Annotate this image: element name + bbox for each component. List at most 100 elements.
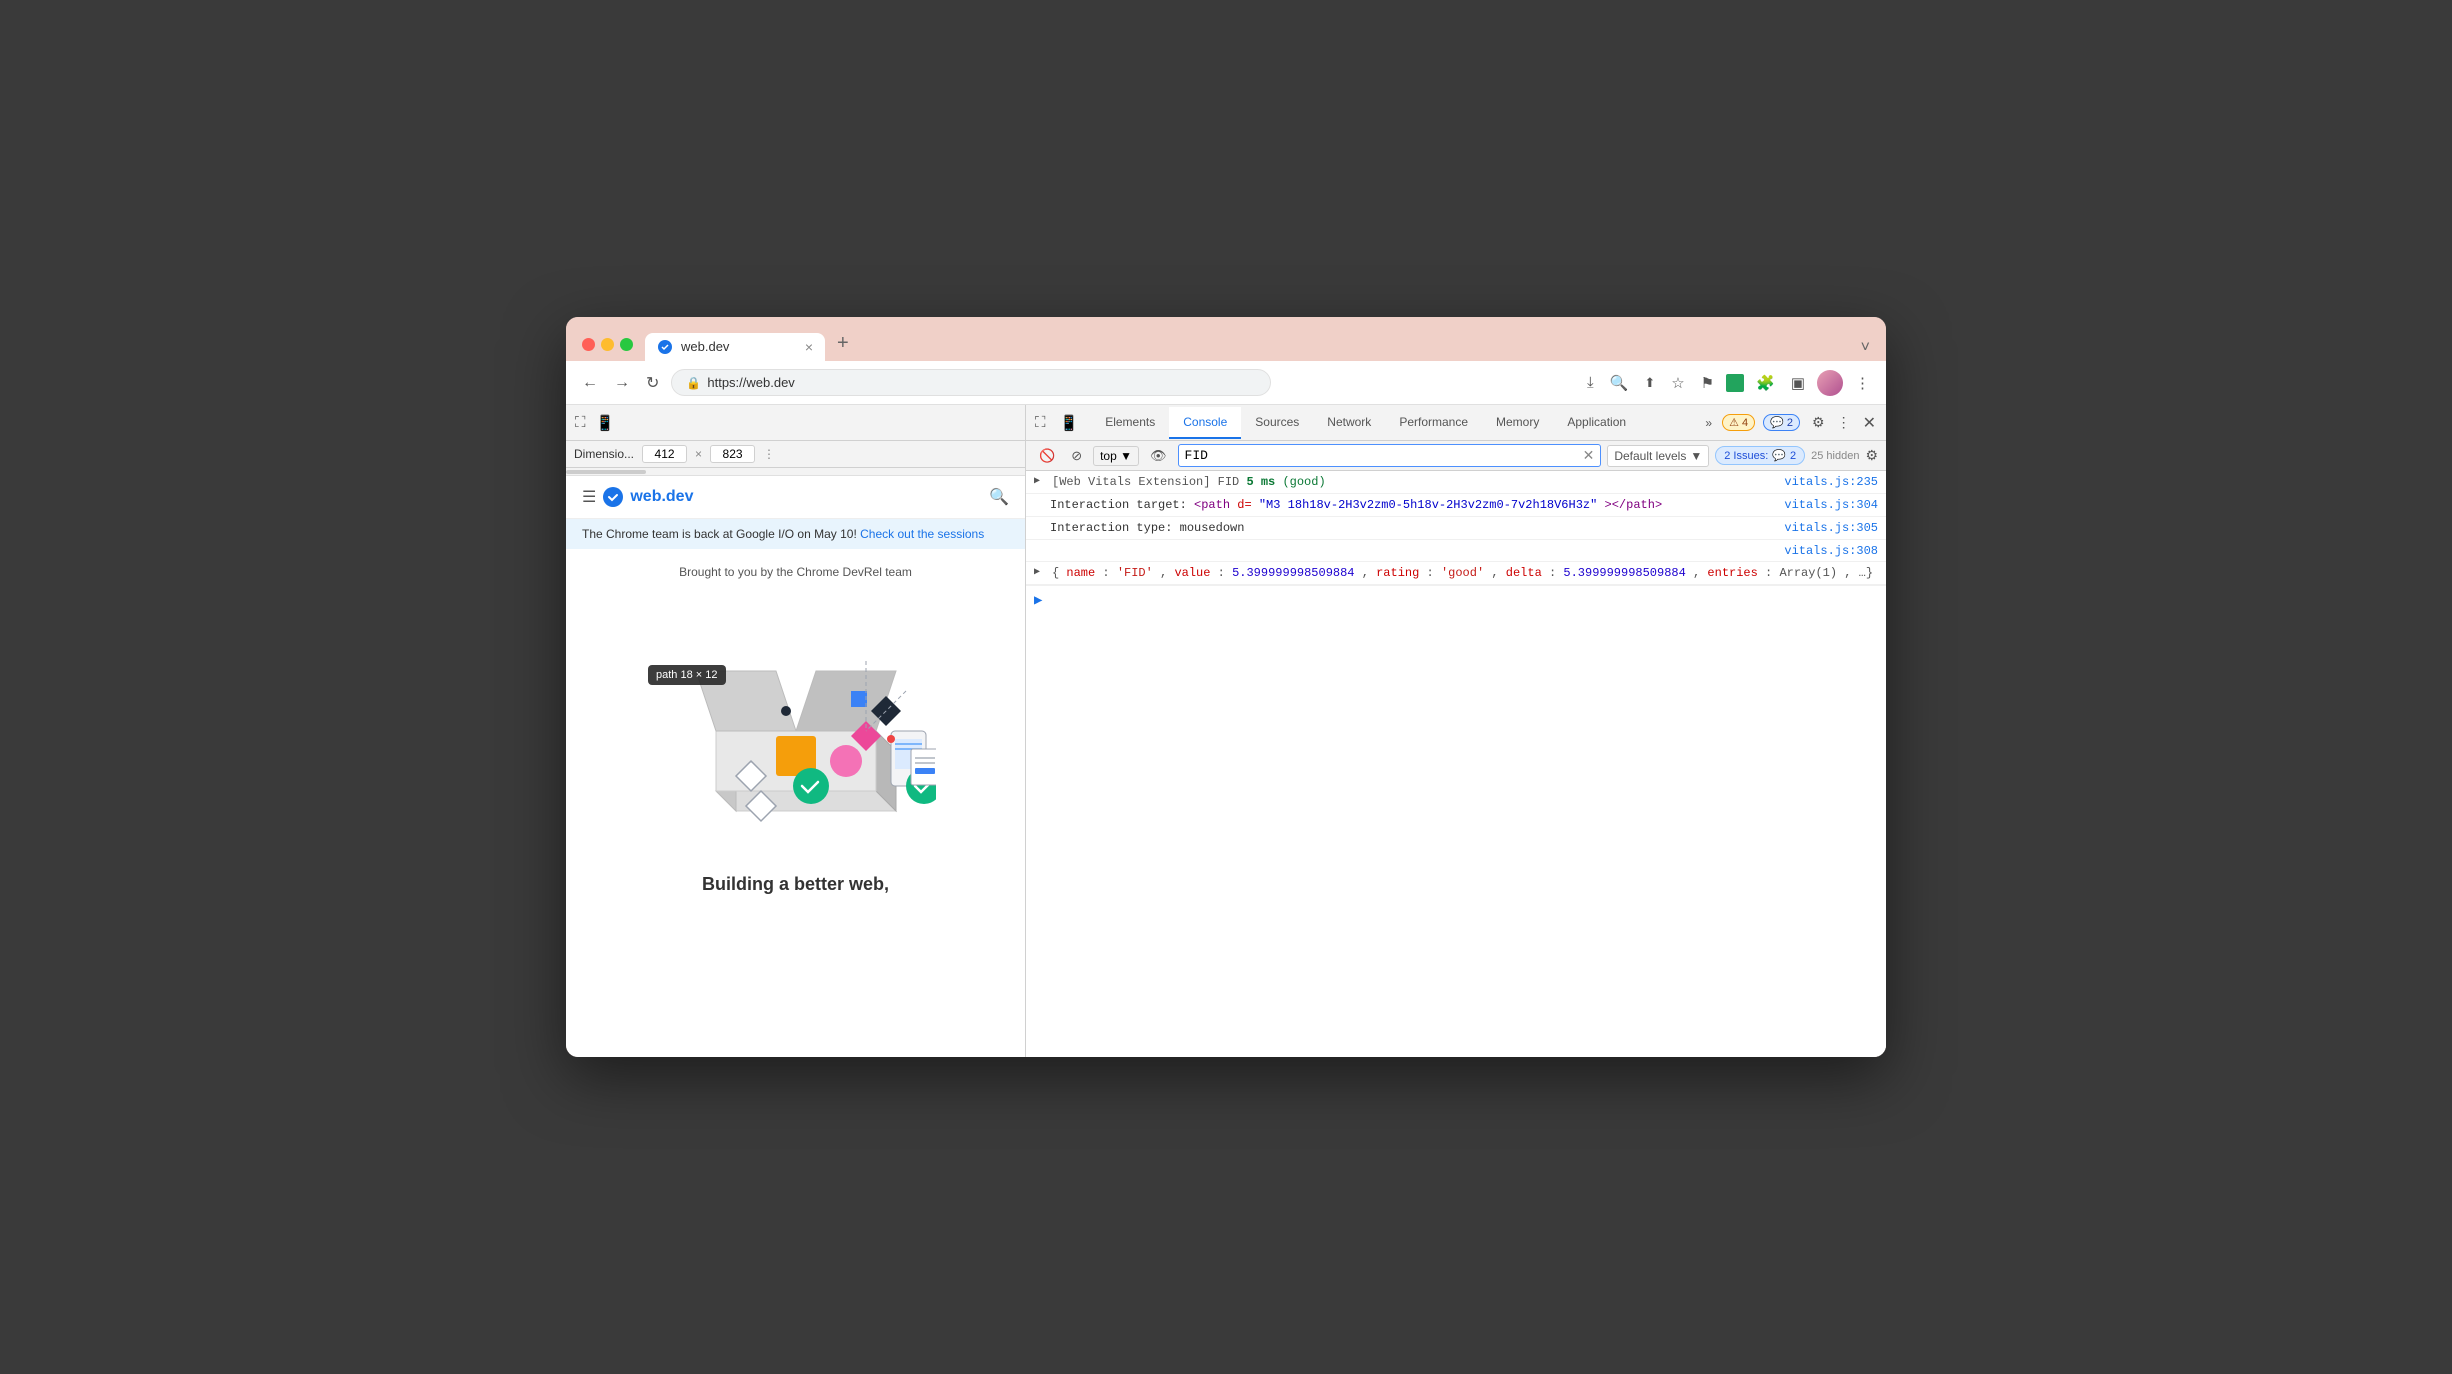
console-filter-input[interactable] [1185, 448, 1583, 463]
metric-value: 5 ms [1246, 475, 1275, 489]
console-entry: Interaction target: <path d= "M3 18h18v-… [1026, 494, 1886, 517]
clear-filter-button[interactable]: ✕ [1583, 447, 1595, 464]
height-input[interactable] [710, 445, 755, 463]
hidden-count[interactable]: 25 hidden [1811, 450, 1859, 462]
horizontal-scrollbar[interactable] [566, 468, 1025, 476]
tab-memory[interactable]: Memory [1482, 407, 1553, 439]
console-clear-button[interactable]: 🚫 [1034, 445, 1060, 467]
warning-badge[interactable]: ⚠ 4 [1722, 414, 1755, 431]
tab-close-button[interactable]: × [805, 339, 813, 355]
devtools-kebab-icon[interactable]: ⋮ [1831, 408, 1857, 437]
green-square-icon[interactable] [1726, 374, 1744, 392]
refresh-button[interactable]: ↻ [642, 369, 663, 397]
console-toolbar: 🚫 ⊘ top ▼ 👁 ✕ Default levels ▼ 2 Issues: [1026, 441, 1886, 471]
message-badge[interactable]: 💬 2 [1763, 414, 1800, 431]
forward-button[interactable]: → [610, 370, 634, 396]
expand-arrow[interactable]: ▶ [1034, 475, 1048, 487]
tab-menu-button[interactable]: ˅ [1861, 339, 1870, 357]
dimension-bar: Dimensio... × ⋮ [566, 441, 1025, 468]
metric-rating: (good) [1282, 475, 1325, 489]
context-label: top [1100, 449, 1117, 463]
eye-button[interactable]: 👁 [1145, 445, 1172, 467]
html-tag: <path [1194, 498, 1237, 512]
tab-network[interactable]: Network [1313, 407, 1385, 439]
new-tab-button[interactable]: + [829, 328, 857, 359]
file-link-1[interactable]: vitals.js:235 [1784, 475, 1878, 489]
devtools-close-button[interactable]: ✕ [1857, 407, 1882, 439]
site-logo-text: web.dev [630, 488, 693, 506]
back-button[interactable]: ← [578, 370, 602, 396]
web-header: ☰ web.dev 🔍 [566, 476, 1025, 519]
main-area: ⛶ 📱 Dimensio... × ⋮ ☰ [566, 405, 1886, 1057]
tab-elements[interactable]: Elements [1091, 407, 1169, 439]
tab-title: web.dev [681, 339, 729, 354]
flag-icon[interactable]: ⚑ [1697, 370, 1718, 396]
console-entry: ▶ [Web Vitals Extension] FID 5 ms (good)… [1026, 471, 1886, 494]
devtools-panel: ⛶ 📱 Elements Console Sources Network Per… [1026, 405, 1886, 1057]
console-prompt[interactable]: ▶ [1026, 585, 1886, 615]
file-link-4[interactable]: vitals.js:308 [1784, 544, 1878, 558]
title-bar: web.dev × + ˅ [566, 317, 1886, 361]
sidebar-icon[interactable]: ▣ [1787, 370, 1809, 396]
console-settings-icon[interactable]: ⚙ [1865, 447, 1878, 464]
issues-count-icon: 💬 [1772, 449, 1786, 462]
minimize-button[interactable] [601, 338, 614, 351]
star-icon[interactable]: ☆ [1667, 370, 1688, 396]
share-icon[interactable]: ⬆ [1640, 371, 1659, 395]
extensions-icon[interactable]: 🧩 [1752, 370, 1779, 396]
profile-avatar[interactable] [1817, 370, 1843, 396]
active-tab[interactable]: web.dev × [645, 333, 825, 361]
log-levels-selector[interactable]: Default levels ▼ [1607, 445, 1709, 467]
console-entry: ▶ { name : 'FID' , value : 5.39999999850… [1026, 562, 1886, 585]
obj-comma1: , [1160, 566, 1174, 580]
chrome-menu-icon[interactable]: ⋮ [1851, 370, 1874, 396]
element-tooltip: path 18 × 12 [648, 665, 726, 685]
tab-performance[interactable]: Performance [1385, 407, 1482, 439]
dimension-preset[interactable]: Dimensio... [574, 447, 634, 461]
issues-count-badge[interactable]: 2 Issues: 💬 2 [1715, 446, 1805, 465]
search-icon[interactable]: 🔍 [989, 487, 1009, 507]
hamburger-icon[interactable]: ☰ [582, 487, 596, 507]
scroll-thumb[interactable] [566, 470, 646, 474]
tab-application[interactable]: Application [1553, 407, 1640, 439]
log-levels-arrow: ▼ [1690, 449, 1702, 463]
inspect-button[interactable]: ⛶ [570, 411, 591, 434]
maximize-button[interactable] [620, 338, 633, 351]
interaction-type-label: Interaction type: [1050, 521, 1180, 535]
lock-icon: 🔒 [686, 376, 701, 390]
obj-key-rating: rating [1376, 566, 1419, 580]
devtools-device-button[interactable]: 📱 [1055, 411, 1084, 435]
obj-key-delta: delta [1506, 566, 1542, 580]
devtools-inspect-button[interactable]: ⛶ [1030, 411, 1051, 434]
expand-object-arrow[interactable]: ▶ [1034, 566, 1048, 578]
obj-key-value: value [1174, 566, 1210, 580]
console-output: ▶ [Web Vitals Extension] FID 5 ms (good)… [1026, 471, 1886, 1057]
context-selector[interactable]: top ▼ [1093, 446, 1139, 466]
file-link-3[interactable]: vitals.js:305 [1784, 521, 1878, 535]
obj-colon5: : [1765, 566, 1779, 580]
tab-console[interactable]: Console [1169, 407, 1241, 439]
obj-comma3: , [1491, 566, 1505, 580]
devtools-top-toolbar: ⛶ 📱 [566, 405, 1025, 441]
dimension-more-icon[interactable]: ⋮ [763, 447, 775, 461]
interaction-target-label: Interaction target: [1050, 498, 1194, 512]
close-button[interactable] [582, 338, 595, 351]
zoom-icon[interactable]: 🔍 [1606, 370, 1633, 396]
devtools-settings-icon[interactable]: ⚙ [1806, 408, 1831, 437]
more-tabs-button[interactable]: » [1699, 408, 1718, 438]
entry-prefix: [Web Vitals Extension] FID [1052, 475, 1246, 489]
web-logo: web.dev [602, 486, 693, 508]
browser-window: web.dev × + ˅ ← → ↻ 🔒 https://web.dev ⤓ … [566, 317, 1886, 1057]
tab-sources[interactable]: Sources [1241, 407, 1313, 439]
console-filter-button[interactable]: ⊘ [1066, 445, 1087, 467]
interaction-type-value: mousedown [1180, 521, 1245, 535]
hero-section: Brought to you by the Chrome DevRel team [566, 549, 1025, 864]
download-icon[interactable]: ⤓ [1583, 370, 1598, 395]
console-filter-input-wrap[interactable]: ✕ [1178, 444, 1602, 467]
banner-text: The Chrome team is back at Google I/O on… [582, 527, 857, 541]
device-toggle-button[interactable]: 📱 [591, 411, 620, 435]
banner-link[interactable]: Check out the sessions [860, 527, 984, 541]
file-link-2[interactable]: vitals.js:304 [1784, 498, 1878, 512]
address-bar[interactable]: 🔒 https://web.dev [671, 369, 1271, 396]
width-input[interactable] [642, 445, 687, 463]
